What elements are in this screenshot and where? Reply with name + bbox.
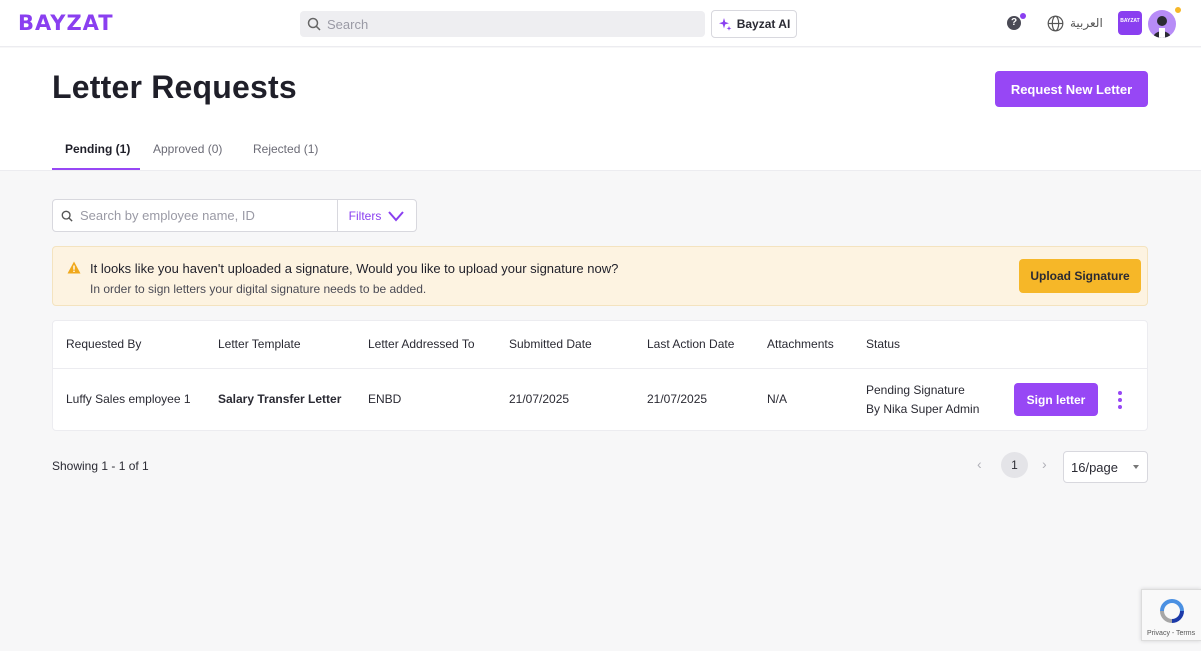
language-switch[interactable]: العربية xyxy=(1070,16,1103,30)
page-header: Letter Requests Request New Letter Pendi… xyxy=(0,48,1201,171)
global-search-placeholder: Search xyxy=(327,16,369,32)
column-header-addressed-to[interactable]: Letter Addressed To xyxy=(368,337,475,351)
next-page-icon[interactable]: › xyxy=(1042,456,1047,472)
caret-down-icon xyxy=(1133,465,1139,469)
page-number[interactable]: 1 xyxy=(1001,452,1028,478)
column-header-submitted-date[interactable]: Submitted Date xyxy=(509,337,592,351)
sparkle-icon xyxy=(718,18,732,31)
bayzat-ai-button[interactable]: Bayzat AI xyxy=(711,10,797,38)
employee-search-placeholder: Search by employee name, ID xyxy=(80,208,255,223)
table-divider xyxy=(53,368,1147,369)
cell-submitted-date: 21/07/2025 xyxy=(509,392,570,406)
globe-icon[interactable] xyxy=(1047,15,1064,32)
avatar-status-dot xyxy=(1174,6,1182,14)
cell-letter-template: Salary Transfer Letter xyxy=(218,392,342,406)
avatar-icon xyxy=(1153,16,1171,38)
per-page-value: 16/page xyxy=(1071,459,1118,475)
filters-button[interactable]: Filters xyxy=(337,199,417,232)
cell-status-line1: Pending Signature xyxy=(866,383,965,397)
company-logo[interactable]: BAYZAT xyxy=(1118,11,1142,35)
cell-attachments: N/A xyxy=(767,392,788,406)
cell-addressed-to: ENBD xyxy=(368,392,402,406)
request-new-letter-button[interactable]: Request New Letter xyxy=(995,71,1148,107)
upload-signature-button[interactable]: Upload Signature xyxy=(1019,259,1141,293)
bayzat-ai-label: Bayzat AI xyxy=(736,17,791,31)
alert-description: In order to sign letters your digital si… xyxy=(90,282,427,296)
search-icon xyxy=(307,17,321,31)
recaptcha-badge[interactable]: Privacy - Terms xyxy=(1141,589,1201,641)
bayzat-logo[interactable]: BAYZAT xyxy=(18,11,114,35)
sign-letter-button[interactable]: Sign letter xyxy=(1014,383,1098,416)
filters-label: Filters xyxy=(348,208,382,223)
tab-rejected[interactable]: Rejected (1) xyxy=(253,142,318,156)
results-count: Showing 1 - 1 of 1 xyxy=(52,459,149,473)
column-header-status[interactable]: Status xyxy=(866,337,900,351)
column-header-attachments[interactable]: Attachments xyxy=(767,337,834,351)
warning-icon xyxy=(67,261,81,274)
letter-requests-table: Requested By Letter Template Letter Addr… xyxy=(52,320,1148,431)
alert-title: It looks like you haven't uploaded a sig… xyxy=(90,261,619,276)
tab-pending[interactable]: Pending (1) xyxy=(65,142,130,156)
recaptcha-links[interactable]: Privacy - Terms xyxy=(1147,630,1195,637)
user-avatar[interactable] xyxy=(1148,10,1176,38)
top-navigation: BAYZAT Search Bayzat AI ? العربية BAYZAT xyxy=(0,0,1201,47)
cell-requested-by: Luffy Sales employee 1 xyxy=(66,392,191,406)
column-header-last-action-date[interactable]: Last Action Date xyxy=(647,337,734,351)
page-title: Letter Requests xyxy=(52,69,297,105)
active-tab-indicator xyxy=(52,168,140,170)
search-icon xyxy=(61,210,73,222)
notification-dot xyxy=(1020,13,1026,19)
global-search-input[interactable]: Search xyxy=(300,11,705,37)
cell-last-action-date: 21/07/2025 xyxy=(647,392,708,406)
cell-status-line2: By Nika Super Admin xyxy=(866,402,980,416)
recaptcha-icon xyxy=(1160,599,1184,623)
previous-page-icon[interactable]: ‹ xyxy=(977,456,982,472)
tab-approved[interactable]: Approved (0) xyxy=(153,142,222,156)
more-actions-icon[interactable] xyxy=(1115,391,1125,409)
signature-alert: It looks like you haven't uploaded a sig… xyxy=(52,246,1148,306)
employee-search-input[interactable]: Search by employee name, ID xyxy=(52,199,338,232)
chevron-down-icon xyxy=(388,210,405,222)
help-icon[interactable]: ? xyxy=(1007,16,1021,30)
per-page-select[interactable]: 16/page xyxy=(1063,451,1148,483)
column-header-letter-template[interactable]: Letter Template xyxy=(218,337,301,351)
column-header-requested-by[interactable]: Requested By xyxy=(66,337,141,351)
